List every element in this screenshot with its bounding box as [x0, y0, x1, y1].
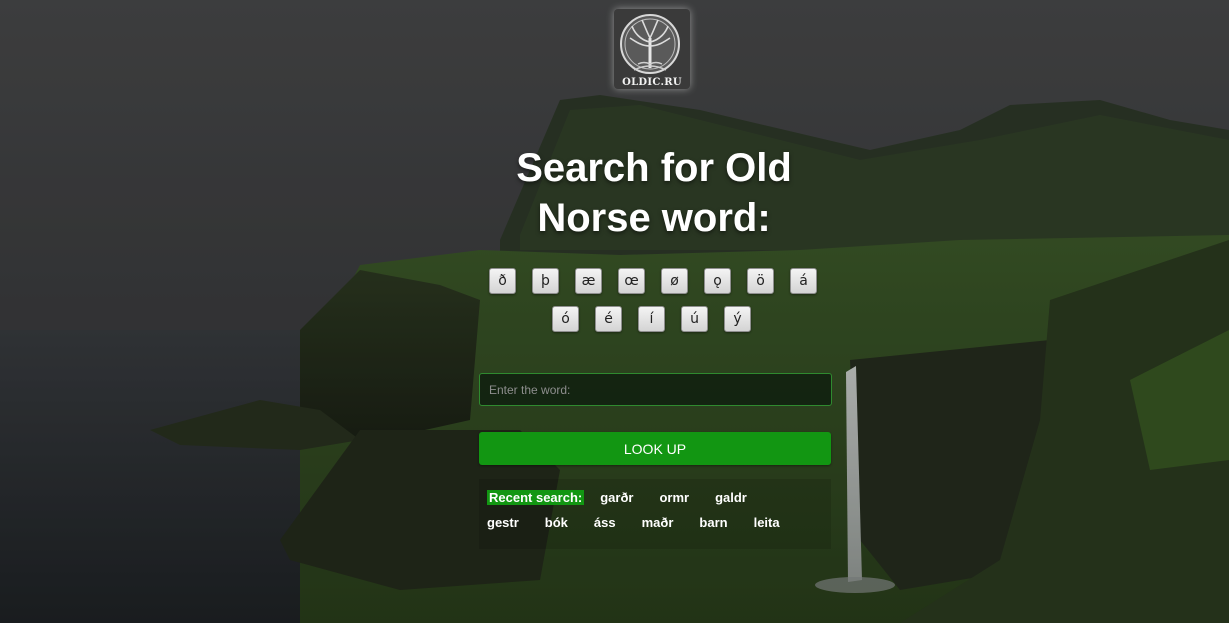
special-chars-row-2: ó é í ú ý [552, 306, 751, 332]
recent-search-link[interactable]: áss [594, 515, 616, 530]
char-key-ae[interactable]: æ [575, 268, 602, 294]
recent-search-link[interactable]: maðr [642, 515, 674, 530]
char-key-oe[interactable]: œ [618, 268, 645, 294]
look-up-button[interactable]: LOOK UP [479, 432, 831, 465]
char-key-u-acute[interactable]: ú [681, 306, 708, 332]
recent-search-link[interactable]: bók [545, 515, 568, 530]
recent-search-link[interactable]: ormr [659, 490, 689, 505]
recent-search-link[interactable]: galdr [715, 490, 747, 505]
recent-search-link[interactable]: leita [754, 515, 780, 530]
char-key-o-ogonek[interactable]: ǫ [704, 268, 731, 294]
special-chars-row-1: ð þ æ œ ø ǫ ö á [489, 268, 817, 294]
char-key-e-acute[interactable]: é [595, 306, 622, 332]
char-key-o-umlaut[interactable]: ö [747, 268, 774, 294]
char-key-a-acute[interactable]: á [790, 268, 817, 294]
recent-search-link[interactable]: garðr [600, 490, 633, 505]
tree-of-life-icon [620, 14, 680, 74]
char-key-eth[interactable]: ð [489, 268, 516, 294]
logo-text: OLDIC.RU [622, 77, 682, 88]
char-key-thorn[interactable]: þ [532, 268, 559, 294]
char-key-i-acute[interactable]: í [638, 306, 665, 332]
search-input[interactable] [479, 373, 832, 406]
page-title: Search for Old Norse word: [516, 146, 792, 240]
recent-search-row-2: gestr bók áss maðr barn leita [487, 515, 806, 530]
recent-search-link[interactable]: barn [699, 515, 727, 530]
char-key-y-acute[interactable]: ý [724, 306, 751, 332]
char-key-o-slash[interactable]: ø [661, 268, 688, 294]
char-key-o-acute[interactable]: ó [552, 306, 579, 332]
recent-search-link[interactable]: gestr [487, 515, 519, 530]
recent-search-row-1: Recent search: garðr ormr galdr [487, 490, 773, 505]
recent-search-label: Recent search: [487, 490, 585, 505]
site-logo[interactable]: OLDIC.RU [614, 9, 690, 89]
